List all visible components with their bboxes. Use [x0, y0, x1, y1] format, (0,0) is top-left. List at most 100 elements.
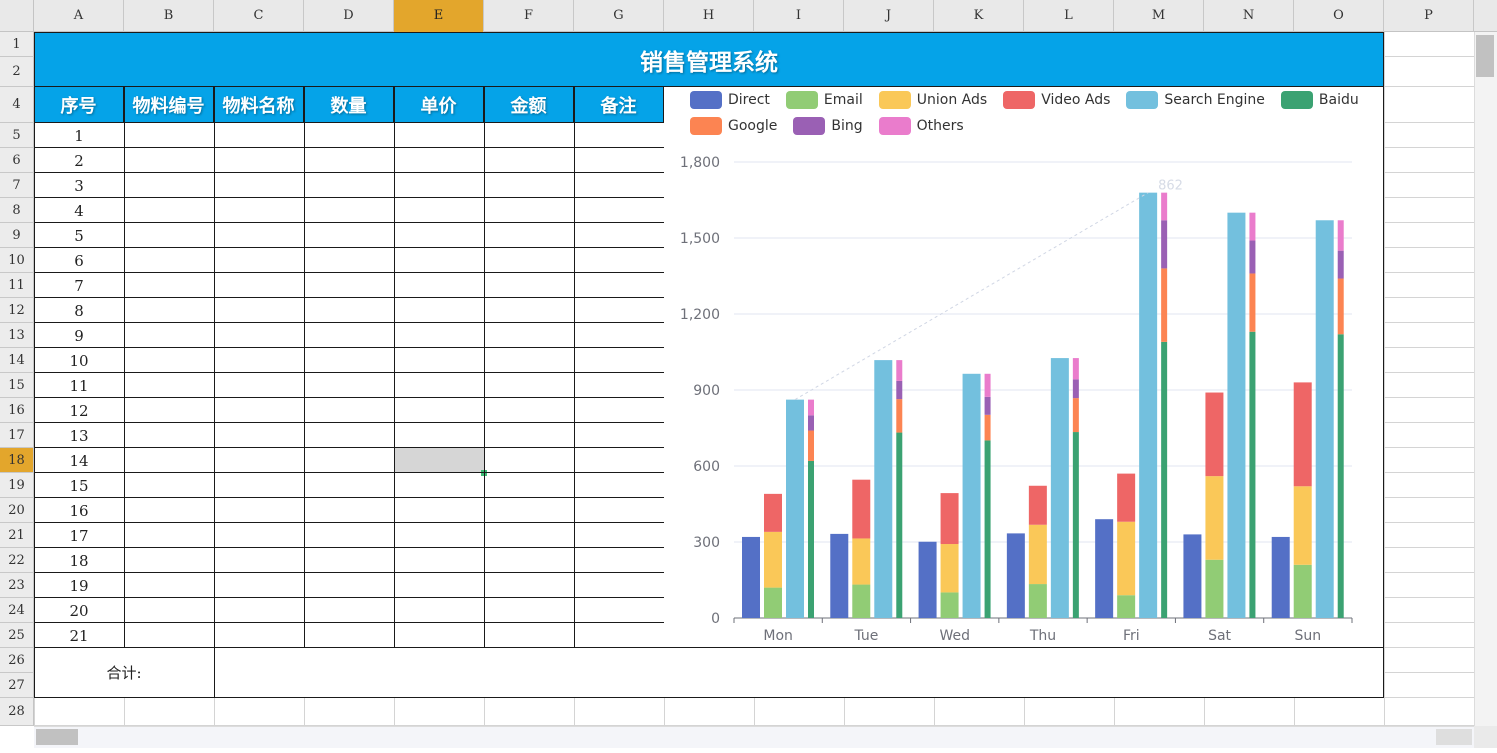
vertical-scroll-thumb[interactable] — [1476, 35, 1494, 77]
table-header-cell[interactable]: 物料名称 — [214, 87, 304, 123]
sheet-title[interactable]: 销售管理系统 — [34, 32, 1384, 87]
row-header-1[interactable]: 1 — [0, 32, 34, 57]
row-header-7[interactable]: 7 — [0, 173, 34, 198]
column-header-e[interactable]: E — [394, 0, 484, 32]
column-header-k[interactable]: K — [934, 0, 1024, 32]
row-seq-number[interactable]: 16 — [34, 498, 124, 523]
table-border-vertical — [304, 87, 305, 648]
bar-segment-email — [1117, 595, 1136, 618]
column-header-p[interactable]: P — [1384, 0, 1474, 32]
row-header-18[interactable]: 18 — [0, 448, 34, 473]
markline-label: 862 — [1158, 179, 1183, 194]
column-header-n[interactable]: N — [1204, 0, 1294, 32]
column-header-i[interactable]: I — [754, 0, 844, 32]
row-seq-number[interactable]: 15 — [34, 473, 124, 498]
row-header-22[interactable]: 22 — [0, 548, 34, 573]
bar-segment-google — [984, 414, 991, 441]
row-seq-number[interactable]: 14 — [34, 448, 124, 473]
table-header-cell[interactable]: 数量 — [304, 87, 394, 123]
bar-segment-email — [1028, 584, 1047, 618]
table-header-cell[interactable]: 物料编号 — [124, 87, 214, 123]
row-seq-number[interactable]: 1 — [34, 123, 124, 148]
row-seq-number[interactable]: 20 — [34, 598, 124, 623]
x-tick-label: Wed — [939, 628, 970, 644]
table-header-cell[interactable]: 单价 — [394, 87, 484, 123]
horizontal-scroll-thumb[interactable] — [36, 729, 78, 745]
bar-segment-baidu — [808, 460, 814, 618]
row-seq-number[interactable]: 17 — [34, 523, 124, 548]
column-header-f[interactable]: F — [484, 0, 574, 32]
row-header-25[interactable]: 25 — [0, 623, 34, 648]
column-header-b[interactable]: B — [124, 0, 214, 32]
bar-segment-search-engine — [1139, 192, 1158, 619]
row-seq-number[interactable]: 6 — [34, 248, 124, 273]
row-seq-number[interactable]: 19 — [34, 573, 124, 598]
row-header-12[interactable]: 12 — [0, 298, 34, 323]
column-header-d[interactable]: D — [304, 0, 394, 32]
row-header-24[interactable]: 24 — [0, 598, 34, 623]
row-seq-number[interactable]: 8 — [34, 298, 124, 323]
x-tick-label: Mon — [763, 628, 793, 644]
column-header-l[interactable]: L — [1024, 0, 1114, 32]
stacked-bar-chart[interactable]: Direct Email Union Ads Video Ads Search Engi… — [664, 87, 1384, 648]
row-header-26[interactable]: 26 — [0, 648, 34, 673]
select-all-corner[interactable] — [0, 0, 34, 32]
total-value-cell[interactable] — [215, 648, 1383, 697]
row-header-15[interactable]: 15 — [0, 373, 34, 398]
y-tick-label: 600 — [693, 459, 720, 475]
row-header-14[interactable]: 14 — [0, 348, 34, 373]
column-header-j[interactable]: J — [844, 0, 934, 32]
table-border-horizontal — [34, 622, 664, 623]
row-header-19[interactable]: 19 — [0, 473, 34, 498]
row-header-17[interactable]: 17 — [0, 423, 34, 448]
row-header-5[interactable]: 5 — [0, 123, 34, 148]
column-header-o[interactable]: O — [1294, 0, 1384, 32]
row-seq-number[interactable]: 18 — [34, 548, 124, 573]
row-header-6[interactable]: 6 — [0, 148, 34, 173]
row-seq-number[interactable]: 3 — [34, 173, 124, 198]
row-header-16[interactable]: 16 — [0, 398, 34, 423]
row-seq-number[interactable]: 12 — [34, 398, 124, 423]
row-seq-number[interactable]: 9 — [34, 323, 124, 348]
column-header-g[interactable]: G — [574, 0, 664, 32]
total-label[interactable]: 合计: — [34, 648, 214, 697]
row-seq-number[interactable]: 10 — [34, 348, 124, 373]
row-seq-number[interactable]: 7 — [34, 273, 124, 298]
column-header-a[interactable]: A — [34, 0, 124, 32]
row-header-8[interactable]: 8 — [0, 198, 34, 223]
bar-segment-search-engine — [786, 399, 804, 618]
row-header-27[interactable]: 27 — [0, 673, 34, 698]
horizontal-scroll-end[interactable] — [1436, 729, 1472, 745]
column-header-h[interactable]: H — [664, 0, 754, 32]
row-header-2[interactable]: 2 — [0, 57, 34, 87]
row-seq-number[interactable]: 21 — [34, 623, 124, 648]
row-header-13[interactable]: 13 — [0, 323, 34, 348]
row-header-21[interactable]: 21 — [0, 523, 34, 548]
row-header-9[interactable]: 9 — [0, 223, 34, 248]
vertical-scrollbar[interactable] — [1474, 32, 1497, 726]
row-seq-number[interactable]: 13 — [34, 423, 124, 448]
row-header-11[interactable]: 11 — [0, 273, 34, 298]
row-header-23[interactable]: 23 — [0, 573, 34, 598]
column-header-c[interactable]: C — [214, 0, 304, 32]
selected-cell-e18[interactable] — [394, 448, 484, 473]
bar-segment-search-engine — [1050, 358, 1069, 618]
table-header-cell[interactable]: 备注 — [574, 87, 664, 123]
bar-segment-baidu — [1249, 331, 1256, 618]
row-seq-number[interactable]: 5 — [34, 223, 124, 248]
row-seq-number[interactable]: 2 — [34, 148, 124, 173]
table-header-cell[interactable]: 金额 — [484, 87, 574, 123]
row-header-20[interactable]: 20 — [0, 498, 34, 523]
x-tick-label: Fri — [1123, 628, 1140, 644]
column-header-m[interactable]: M — [1114, 0, 1204, 32]
row-header-4[interactable]: 4 — [0, 87, 34, 123]
row-header-28[interactable]: 28 — [0, 698, 34, 726]
row-header-10[interactable]: 10 — [0, 248, 34, 273]
bar-segment-others — [1337, 220, 1344, 251]
horizontal-scrollbar[interactable] — [34, 726, 1474, 748]
table-border-horizontal — [34, 197, 664, 198]
bar-segment-others — [896, 360, 903, 381]
table-header-cell[interactable]: 序号 — [34, 87, 124, 123]
row-seq-number[interactable]: 4 — [34, 198, 124, 223]
row-seq-number[interactable]: 11 — [34, 373, 124, 398]
